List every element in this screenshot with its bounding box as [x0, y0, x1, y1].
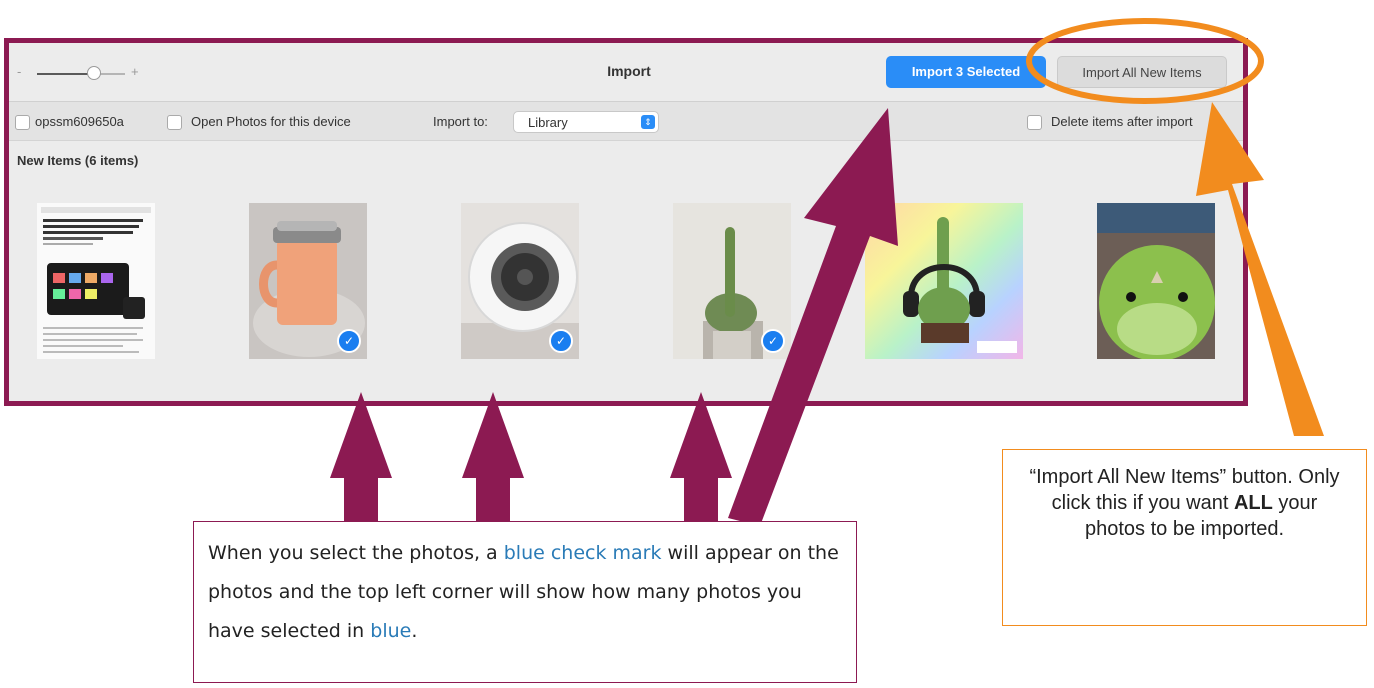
diagonal-arrow [728, 108, 898, 526]
blue-text: blue [370, 620, 412, 642]
highlight-ellipse [1026, 18, 1264, 104]
all-emphasis: ALL [1233, 492, 1273, 514]
up-arrow-3 [670, 392, 732, 530]
import-all-callout: “Import All New Items” button. Only clic… [1002, 449, 1367, 626]
up-arrow-2 [462, 392, 524, 530]
blue-check-mark-text: blue check mark [503, 542, 662, 564]
orange-arrow [1196, 102, 1324, 436]
maroon-up-arrows [330, 108, 898, 530]
selection-callout: When you select the photos, a blue check… [193, 521, 857, 683]
up-arrow-1 [330, 392, 392, 530]
